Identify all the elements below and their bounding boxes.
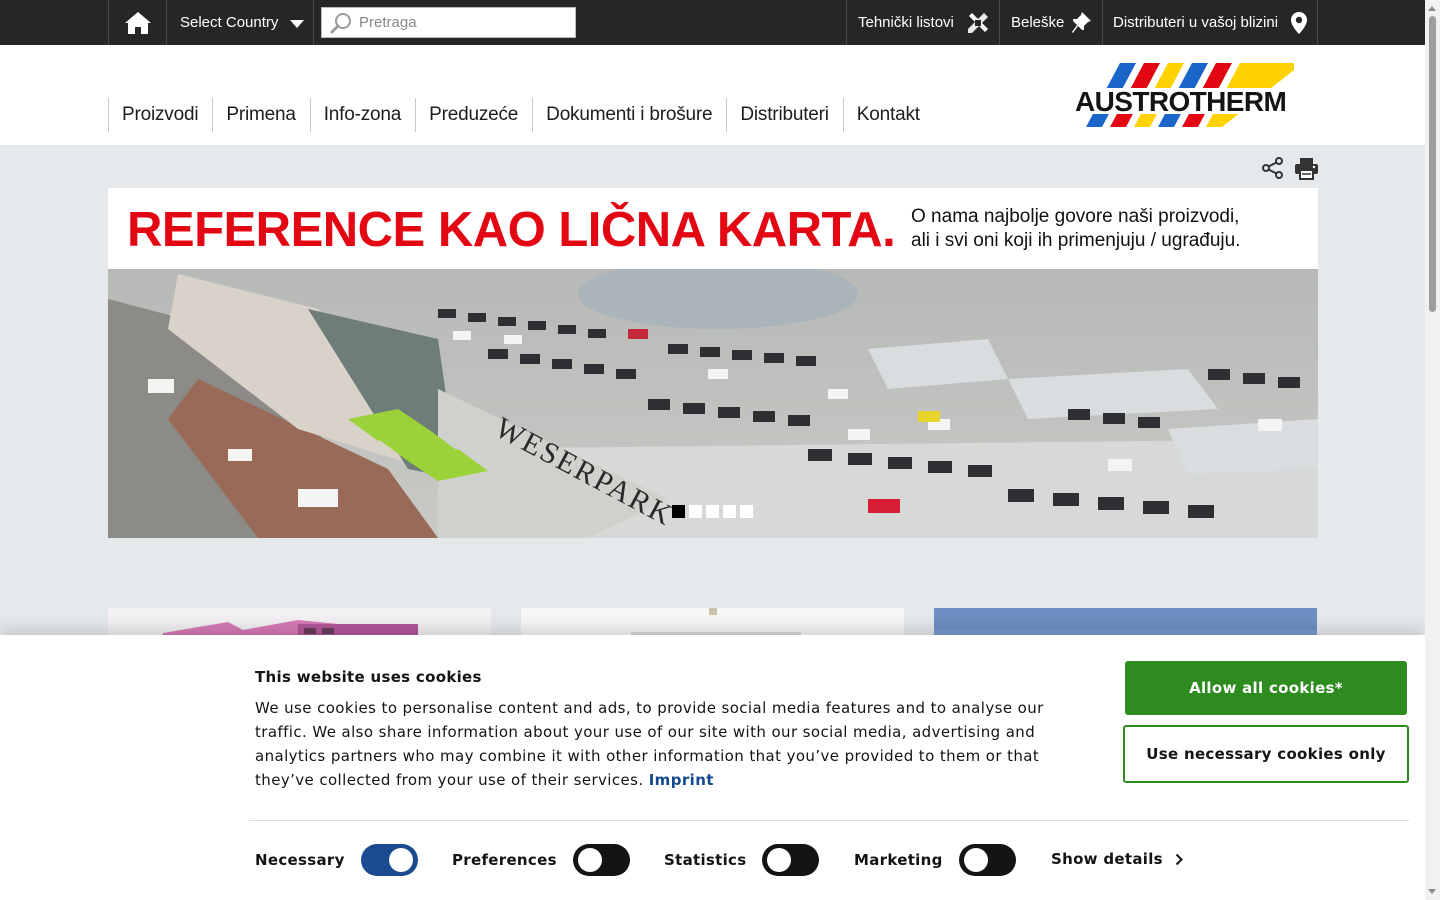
distributors-near-link[interactable]: Distributeri u vašoj blizini: [1102, 0, 1318, 45]
show-details-label: Show details: [1051, 850, 1163, 868]
allow-all-cookies-button[interactable]: Allow all cookies*: [1125, 661, 1407, 715]
cookie-title: This website uses cookies: [255, 668, 482, 686]
logo-text: AUSTROTHERM: [1075, 86, 1286, 117]
nav-item-info-zone[interactable]: Info-zona: [309, 98, 415, 132]
print-icon[interactable]: [1294, 157, 1319, 180]
banner-image[interactable]: WESERPARK: [108, 269, 1318, 538]
slider-dot-2[interactable]: [689, 505, 702, 518]
scroll-down-arrow-icon[interactable]: [1428, 889, 1436, 894]
top-bar: Select Country Tehnički listovi Beleške …: [0, 0, 1425, 45]
slider-dot-1[interactable]: [672, 505, 685, 518]
toggle-knob: [388, 848, 413, 872]
search-icon[interactable]: [330, 12, 352, 34]
cookie-text-block: We use cookies to personalise content an…: [255, 696, 1075, 792]
banner-subtitle-line2: ali i svi oni koji ih primenjuju / ugrađ…: [911, 230, 1241, 251]
location-pin-icon: [1291, 12, 1307, 34]
nav-item-distributors[interactable]: Distributeri: [726, 98, 842, 132]
nav-item-contact[interactable]: Kontakt: [842, 98, 934, 132]
slider-dot-4[interactable]: [723, 505, 736, 518]
search-box: [321, 7, 576, 38]
slider-dot-3[interactable]: [706, 505, 719, 518]
hero-banner: REFERENCE KAO LIČNA KARTA. O nama najbol…: [108, 188, 1318, 538]
nav-item-documents[interactable]: Dokumenti i brošure: [532, 98, 726, 132]
nav-item-company[interactable]: Preduzeće: [415, 98, 532, 132]
scroll-up-arrow-icon[interactable]: [1428, 6, 1436, 11]
banner-title: REFERENCE KAO LIČNA KARTA.: [127, 203, 896, 257]
tech-sheets-link[interactable]: Tehnički listovi: [846, 0, 999, 45]
cookie-option-statistics: Statistics: [664, 843, 820, 877]
banner-subtitle: O nama najbolje govore naši proizvodi, a…: [911, 205, 1241, 253]
cookie-option-necessary: Necessary: [255, 843, 418, 877]
country-select-label: Select Country: [180, 14, 279, 31]
toggle-knob: [577, 848, 602, 872]
necessary-cookies-only-button[interactable]: Use necessary cookies only: [1123, 725, 1409, 783]
necessary-toggle[interactable]: [360, 844, 418, 876]
share-icon[interactable]: [1262, 157, 1284, 179]
cookie-option-marketing: Marketing: [854, 843, 1016, 877]
chevron-right-icon: [1175, 853, 1183, 865]
toggle-knob: [963, 848, 988, 872]
page-scrollbar[interactable]: [1425, 0, 1440, 900]
imprint-link[interactable]: Imprint: [649, 771, 714, 789]
statistics-label: Statistics: [664, 851, 747, 869]
tech-sheets-label: Tehnički listovi: [858, 14, 954, 31]
distributors-near-label: Distributeri u vašoj blizini: [1113, 14, 1279, 31]
cookie-divider: [249, 820, 1409, 821]
toggle-knob: [767, 848, 792, 872]
statistics-toggle[interactable]: [762, 844, 820, 876]
notes-label: Beleške: [1011, 14, 1065, 31]
austrotherm-logo[interactable]: AUSTROTHERM: [1074, 60, 1294, 130]
home-icon: [124, 11, 151, 34]
pin-icon: [1072, 12, 1091, 33]
parking-lot-photo: WESERPARK: [108, 269, 1318, 538]
nav-item-products[interactable]: Proizvodi: [108, 98, 212, 132]
site-header: Proizvodi Primena Info-zona Preduzeće Do…: [0, 45, 1425, 145]
main-nav: Proizvodi Primena Info-zona Preduzeće Do…: [108, 98, 934, 132]
banner-subtitle-line1: O nama najbolje govore naši proizvodi,: [911, 206, 1240, 227]
cookie-option-preferences: Preferences: [452, 843, 630, 877]
scroll-thumb[interactable]: [1429, 16, 1436, 312]
preferences-toggle[interactable]: [572, 844, 630, 876]
tools-icon: [968, 13, 988, 33]
show-details-link[interactable]: Show details: [1051, 850, 1183, 868]
caret-down-icon: [290, 20, 304, 28]
marketing-label: Marketing: [854, 851, 943, 869]
slider-dot-5[interactable]: [740, 505, 753, 518]
country-select[interactable]: Select Country: [167, 0, 314, 45]
preferences-label: Preferences: [452, 851, 557, 869]
nav-item-application[interactable]: Primena: [212, 98, 309, 132]
banner-header: REFERENCE KAO LIČNA KARTA. O nama najbol…: [108, 188, 1318, 269]
marketing-toggle[interactable]: [958, 844, 1016, 876]
cookie-consent-dialog: This website uses cookies We use cookies…: [0, 635, 1425, 900]
necessary-label: Necessary: [255, 851, 345, 869]
slider-dots: [672, 505, 753, 518]
notes-link[interactable]: Beleške: [999, 0, 1102, 45]
search-input[interactable]: [359, 14, 559, 31]
home-button[interactable]: [108, 0, 167, 45]
